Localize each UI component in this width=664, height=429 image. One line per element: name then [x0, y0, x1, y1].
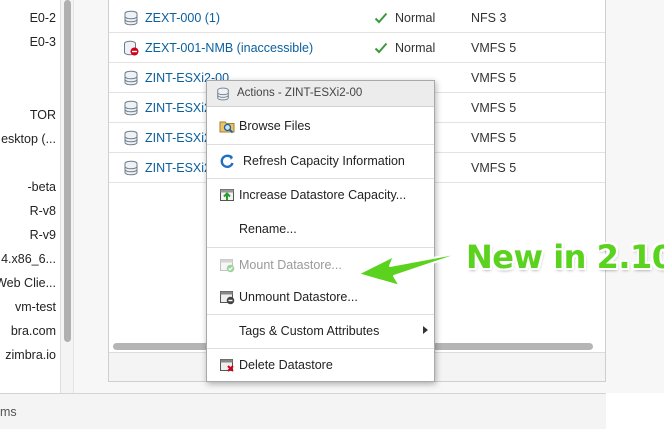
menu-item-refresh-capacity[interactable]: Refresh Capacity Information — [207, 145, 434, 177]
submenu-arrow-icon — [423, 326, 428, 334]
datastore-name-link[interactable]: ZEXT-000 (1) — [145, 11, 220, 25]
datastore-type: VMFS 5 — [471, 161, 517, 175]
menu-item-browse-files[interactable]: Browse Files — [207, 110, 434, 142]
datastore-name-link[interactable]: ZINT-ESXi2 — [145, 131, 211, 145]
menu-item-label: Rename... — [239, 222, 297, 236]
sidebar-item[interactable]: TOR — [30, 108, 56, 122]
checkmark-icon — [374, 12, 388, 24]
datastore-type: VMFS 5 — [471, 131, 517, 145]
sidebar-item[interactable]: E0-3 — [30, 35, 56, 49]
inventory-sidebar: E0-2 E0-3 TOR esktop (... -beta R-v8 R-v… — [0, 0, 60, 393]
table-row[interactable]: ZEXT-000 (1) Normal NFS 3 — [109, 3, 605, 33]
datastore-type: VMFS 5 — [471, 41, 517, 55]
bottom-bar: ms — [0, 393, 606, 429]
datastore-icon — [124, 130, 138, 146]
menu-item-tags-custom-attributes[interactable]: Tags & Custom Attributes — [207, 315, 434, 347]
table-row[interactable]: ZEXT-001-NMB (inaccessible) Normal VMFS … — [109, 33, 605, 63]
datastore-name-link[interactable]: ZINT-ESXi2 — [145, 101, 211, 115]
refresh-icon — [220, 154, 234, 168]
sidebar-item[interactable]: bra.com — [11, 324, 56, 338]
menu-title: Actions - ZINT-ESXi2-00 — [237, 87, 363, 99]
sidebar-item[interactable]: R-v9 — [30, 228, 56, 242]
status-text: Normal — [395, 11, 436, 25]
menu-item-increase-capacity[interactable]: Increase Datastore Capacity... — [207, 179, 434, 211]
menu-item-label: Delete Datastore — [239, 358, 333, 372]
menu-item-label: Tags & Custom Attributes — [239, 324, 380, 338]
bottom-bar-text: ms — [0, 405, 17, 419]
sidebar-item[interactable]: Web Clie... — [0, 276, 56, 290]
sidebar-item[interactable]: esktop (... — [1, 132, 56, 146]
delete-datastore-icon — [220, 359, 234, 372]
increase-capacity-icon — [220, 189, 234, 201]
sidebar-item[interactable]: E0-2 — [30, 11, 56, 25]
browse-files-icon — [219, 121, 235, 134]
sidebar-item[interactable]: vm-test — [15, 300, 56, 314]
menu-item-label: Increase Datastore Capacity... — [239, 188, 407, 202]
datastore-icon — [217, 87, 229, 101]
mount-datastore-icon — [220, 259, 235, 273]
status-text: Normal — [395, 41, 436, 55]
datastore-name-link[interactable]: ZINT-ESXi2 — [145, 161, 211, 175]
sidebar-scrollbar-thumb[interactable] — [64, 0, 71, 342]
menu-item-delete-datastore[interactable]: Delete Datastore — [207, 349, 434, 381]
datastore-icon — [124, 100, 138, 116]
actions-context-menu: Actions - ZINT-ESXi2-00 Browse Files Ref… — [206, 80, 435, 382]
sidebar-item[interactable]: zimbra.io — [5, 348, 56, 362]
sidebar-scrollbar[interactable] — [60, 0, 74, 393]
menu-item-label: Browse Files — [239, 119, 311, 133]
datastore-type: NFS 3 — [471, 11, 507, 25]
datastore-icon — [124, 10, 138, 26]
sidebar-item[interactable]: R-v8 — [30, 204, 56, 218]
sidebar-item[interactable]: 4.x86_6... — [1, 252, 56, 266]
checkmark-icon — [374, 42, 388, 54]
callout-text: New in 2.10 — [466, 238, 664, 276]
callout-arrow-icon — [357, 251, 466, 287]
datastore-type: VMFS 5 — [471, 71, 517, 85]
datastore-icon — [124, 160, 138, 176]
datastore-error-icon — [124, 40, 139, 56]
sidebar-item[interactable]: -beta — [28, 180, 57, 194]
datastore-name-link[interactable]: ZEXT-001-NMB (inaccessible) — [145, 41, 313, 55]
datastore-type: VMFS 5 — [471, 101, 517, 115]
menu-item-label: Refresh Capacity Information — [243, 154, 405, 168]
unmount-datastore-icon — [220, 291, 235, 305]
menu-header: Actions - ZINT-ESXi2-00 — [207, 81, 434, 107]
datastore-icon — [124, 70, 138, 86]
